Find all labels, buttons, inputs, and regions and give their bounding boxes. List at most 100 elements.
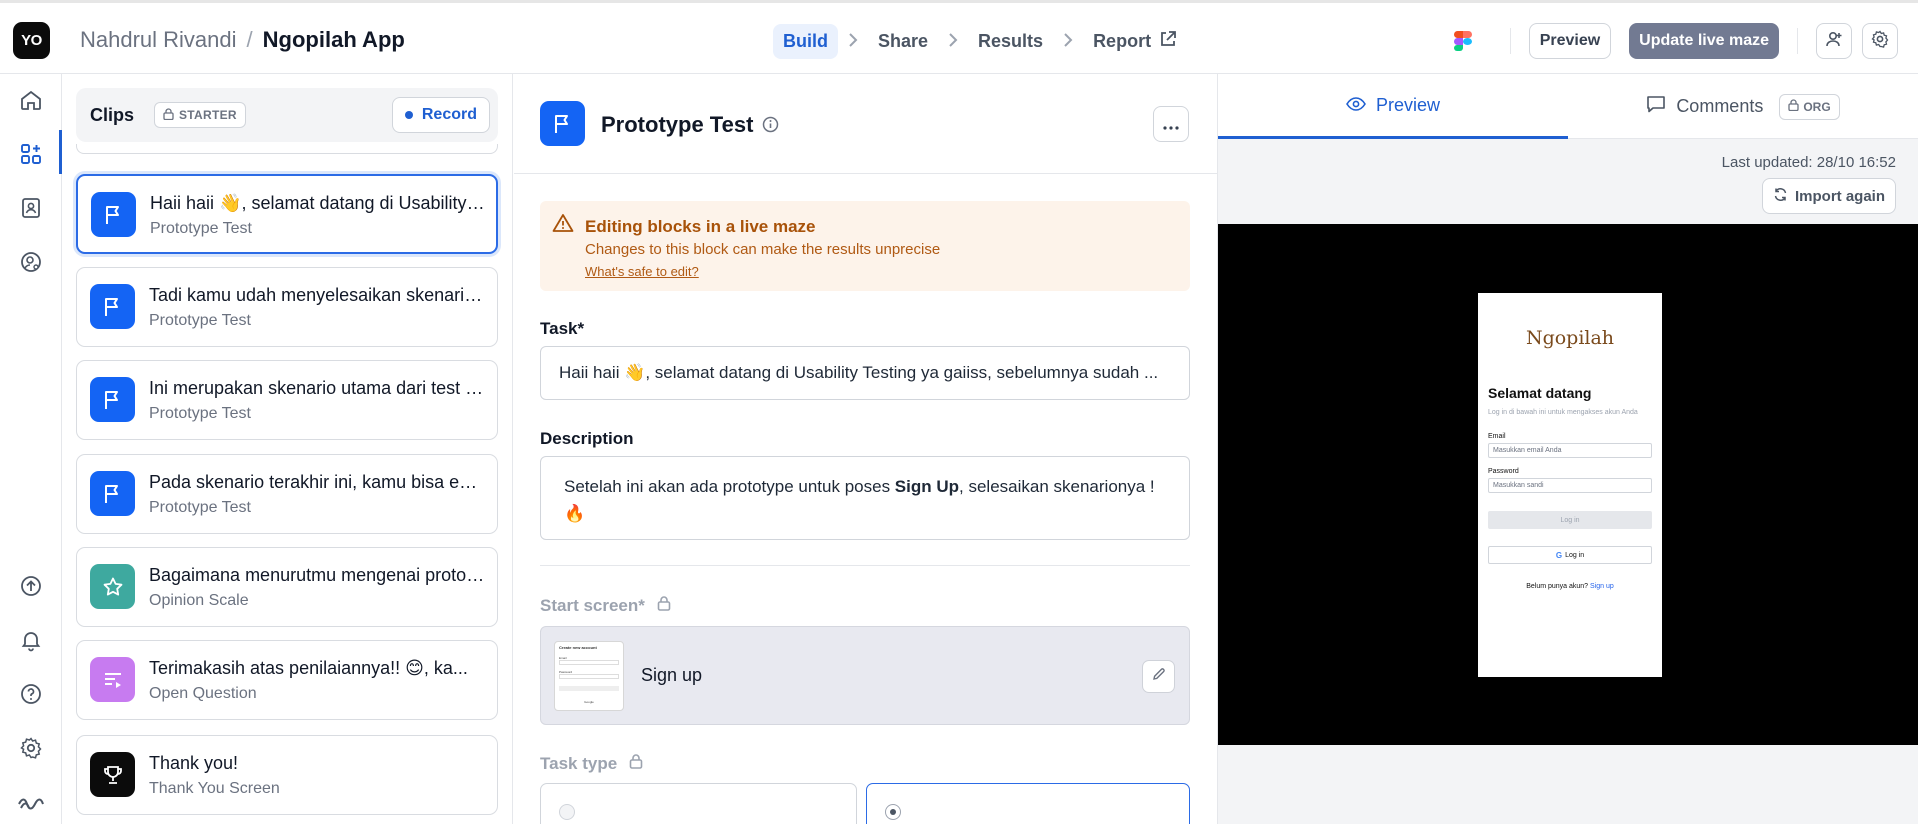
task-type-label: Task type bbox=[540, 753, 643, 774]
prototype-footer-text: Belum punya akun? bbox=[1526, 583, 1589, 590]
block-card[interactable]: Tadi kamu udah menyelesaikan skenario pe… bbox=[76, 267, 498, 347]
open-question-icon bbox=[90, 657, 135, 702]
top-actions: Preview Update live maze bbox=[1453, 22, 1898, 60]
description-input[interactable]: Setelah ini akan ada prototype untuk pos… bbox=[540, 456, 1190, 540]
block-card[interactable]: Bagaimana menurutmu mengenai prototype i… bbox=[76, 547, 498, 627]
thumb-input bbox=[559, 660, 619, 665]
block-card[interactable]: Haii haii 👋, selamat datang di Usability… bbox=[76, 174, 498, 254]
step-results-label: Results bbox=[978, 30, 1044, 51]
prototype-login-button[interactable]: Log in bbox=[1488, 511, 1652, 529]
thumb-google: Google bbox=[584, 700, 594, 704]
more-options-button[interactable] bbox=[1153, 106, 1189, 142]
clips-title: Clips bbox=[90, 105, 135, 125]
prototype-email-input[interactable]: Masukkan email Anda bbox=[1488, 443, 1652, 458]
task-type-label-text: Task type bbox=[540, 753, 618, 773]
blocks-icon[interactable] bbox=[17, 140, 45, 168]
home-icon[interactable] bbox=[17, 86, 45, 114]
block-title: Thank you! bbox=[149, 753, 239, 773]
star-icon bbox=[90, 564, 135, 609]
figma-icon[interactable] bbox=[1453, 31, 1472, 51]
chevron-right-icon bbox=[948, 31, 958, 52]
step-report[interactable]: Report bbox=[1083, 23, 1187, 60]
flag-icon bbox=[90, 284, 135, 329]
workspace-logo[interactable]: YO bbox=[13, 22, 50, 59]
maze-logo-icon[interactable] bbox=[17, 786, 45, 814]
block-editor: Prototype Test Editing blocks in a live … bbox=[514, 74, 1217, 824]
bell-icon[interactable] bbox=[17, 626, 45, 654]
google-icon: G bbox=[1555, 550, 1563, 560]
whats-safe-link[interactable]: What's safe to edit? bbox=[585, 264, 699, 279]
settings-button[interactable] bbox=[1862, 23, 1898, 59]
live-maze-warning: Editing blocks in a live maze Changes to… bbox=[540, 201, 1190, 291]
divider bbox=[1797, 28, 1798, 54]
step-nav: Build Share Results Report bbox=[773, 23, 1187, 59]
prototype-password-label: Password bbox=[1488, 468, 1519, 475]
description-text: Setelah ini akan ada prototype untuk pos… bbox=[564, 477, 895, 496]
preview-button[interactable]: Preview bbox=[1528, 23, 1612, 59]
block-title: Bagaimana menurutmu mengenai prototype i… bbox=[149, 565, 485, 585]
prototype-google-login-button[interactable]: G Log in bbox=[1488, 546, 1652, 564]
eye-icon bbox=[1346, 95, 1366, 116]
block-title: Pada skenario terakhir ini, kamu bisa ek… bbox=[149, 472, 485, 492]
step-build[interactable]: Build bbox=[773, 23, 838, 59]
starter-badge-label: STARTER bbox=[179, 108, 237, 122]
block-title: Tadi kamu udah menyelesaikan skenario pe… bbox=[149, 285, 485, 305]
step-build-label: Build bbox=[783, 30, 828, 51]
radio-button-selected[interactable] bbox=[885, 804, 901, 820]
add-user-icon bbox=[1825, 30, 1843, 53]
editor-title: Prototype Test bbox=[601, 112, 754, 137]
info-icon[interactable] bbox=[762, 116, 779, 138]
flag-icon bbox=[91, 192, 136, 237]
help-icon[interactable] bbox=[17, 680, 45, 708]
org-badge: ORG bbox=[1779, 93, 1840, 120]
upload-icon[interactable] bbox=[17, 572, 45, 600]
prototype-email-label: Email bbox=[1488, 433, 1506, 440]
prototype-password-input[interactable]: Masukkan sandi bbox=[1488, 478, 1652, 493]
step-share[interactable]: Share bbox=[868, 24, 938, 59]
add-user-button[interactable] bbox=[1816, 23, 1852, 59]
chevron-right-icon bbox=[848, 31, 858, 52]
block-title: Ini merupakan skenario utama dari test i… bbox=[149, 378, 485, 398]
block-type: Opinion Scale bbox=[149, 592, 249, 609]
prototype-logo: Ngopilah bbox=[1525, 327, 1615, 349]
task-input[interactable]: Haii haii 👋, selamat datang di Usability… bbox=[540, 346, 1190, 400]
contacts-icon[interactable] bbox=[17, 194, 45, 222]
description-label: Description bbox=[540, 429, 634, 448]
radio-button[interactable] bbox=[559, 804, 575, 820]
starter-badge: STARTER bbox=[154, 102, 246, 128]
task-label: Task* bbox=[540, 319, 585, 338]
block-card[interactable]: Pada skenario terakhir ini, kamu bisa ek… bbox=[76, 454, 498, 534]
step-share-label: Share bbox=[878, 30, 929, 51]
block-card[interactable]: Thank you! Thank You Screen bbox=[76, 735, 498, 815]
block-card[interactable]: Terimakasih atas penilaiannya!! 😊, ka...… bbox=[76, 640, 498, 720]
update-live-maze-button[interactable]: Update live maze bbox=[1629, 23, 1779, 59]
warning-icon bbox=[552, 213, 574, 238]
breadcrumb-project[interactable]: Ngopilah App bbox=[263, 27, 405, 53]
prototype-google-label: Log in bbox=[1565, 551, 1585, 559]
gear-icon[interactable] bbox=[17, 734, 45, 762]
tab-comments[interactable]: Comments ORG bbox=[1568, 74, 1918, 139]
thumb-heading: Create new account bbox=[559, 645, 597, 650]
lock-icon bbox=[163, 107, 174, 123]
edit-start-screen-button[interactable] bbox=[1142, 660, 1175, 693]
block-type: Open Question bbox=[149, 685, 257, 702]
user-settings-icon[interactable] bbox=[17, 248, 45, 276]
gear-icon bbox=[1871, 30, 1889, 53]
lock-icon bbox=[657, 595, 671, 616]
prototype-stage[interactable]: Ngopilah Selamat datang Log in di bawah … bbox=[1218, 224, 1918, 745]
record-button[interactable]: Record bbox=[391, 97, 490, 133]
block-type: Prototype Test bbox=[149, 312, 251, 329]
prototype-signup-link[interactable]: Sign up bbox=[1590, 583, 1614, 590]
lock-icon bbox=[629, 753, 643, 774]
import-again-button[interactable]: Import again bbox=[1761, 178, 1896, 214]
task-type-option[interactable] bbox=[540, 783, 857, 824]
step-results[interactable]: Results bbox=[968, 24, 1053, 59]
preview-tabs: Preview Comments ORG bbox=[1218, 74, 1918, 139]
tab-preview[interactable]: Preview bbox=[1218, 74, 1568, 139]
prototype-screen[interactable]: Ngopilah Selamat datang Log in di bawah … bbox=[1478, 293, 1662, 677]
block-card[interactable]: Ini merupakan skenario utama dari test i… bbox=[76, 360, 498, 440]
start-screen-thumbnail: Create new account Email Password Google bbox=[554, 641, 624, 711]
start-screen-card[interactable]: Create new account Email Password Google… bbox=[540, 626, 1190, 725]
breadcrumb-owner[interactable]: Nahdrul Rivandi bbox=[80, 27, 237, 53]
task-type-option-selected[interactable] bbox=[866, 783, 1190, 824]
